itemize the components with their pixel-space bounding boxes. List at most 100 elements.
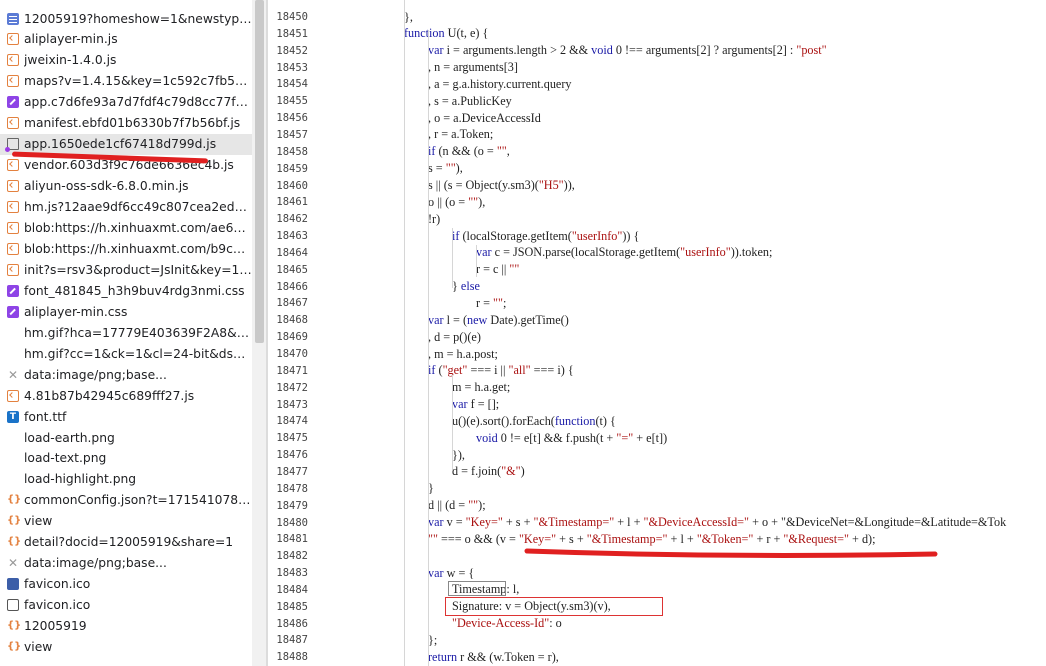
code-line: s || (s = Object(y.sm3)("H5")),	[428, 178, 575, 192]
resource-item[interactable]: ✕ data:image/png;base...	[0, 553, 252, 574]
code-line: return r && (w.Token = r),	[428, 649, 559, 664]
code-line: };	[428, 632, 438, 647]
indent-guide	[452, 375, 453, 470]
json-icon: {}	[7, 515, 22, 527]
resource-item[interactable]: favicon.ico	[0, 595, 252, 616]
resource-item[interactable]: hm.gif?cc=1&ck=1&cl=24-bit&ds=4...	[0, 343, 252, 364]
code-line: function U(t, e) {	[404, 26, 489, 41]
code-line: var f = [];	[452, 397, 500, 412]
resource-item-label: font.ttf	[24, 409, 67, 424]
resource-item[interactable]: {} 12005919	[0, 616, 252, 637]
line-number: 18459	[276, 162, 308, 175]
resource-item-label: maps?v=1.4.15&key=1c592c7fb53c8...	[24, 74, 252, 89]
code-line: , m = h.a.post;	[428, 346, 498, 361]
resource-item[interactable]: hm.gif?hca=17779E403639F2A8&cc=...	[0, 322, 252, 343]
resource-item-label: aliplayer-min.js	[24, 32, 118, 47]
code-line: var w = {	[428, 565, 475, 580]
line-number: 18475	[276, 432, 308, 445]
font-icon: T	[7, 410, 19, 423]
code-line: r = c || ""	[476, 262, 520, 277]
code-line: r = "";	[476, 295, 507, 310]
line-number: 18471	[276, 364, 308, 377]
favicon-icon	[7, 578, 19, 591]
resource-item[interactable]: ✕ data:image/png;base...	[0, 364, 252, 385]
code-line: var l = (new Date).getTime()	[428, 312, 569, 327]
code-line: , d = p()(e)	[428, 329, 481, 344]
line-number: 18470	[276, 348, 308, 360]
resource-item[interactable]: hm.js?12aae9df6cc49c807cea2ed5c9...	[0, 197, 252, 218]
code-line: , a = g.a.history.current.query	[428, 76, 572, 91]
resource-item[interactable]: maps?v=1.4.15&key=1c592c7fb53c8...	[0, 71, 252, 92]
resource-item[interactable]: favicon.ico	[0, 574, 252, 595]
css-icon	[7, 284, 19, 297]
line-number: 18467	[276, 297, 308, 310]
resource-item[interactable]: manifest.ebfd01b6330b7f7b56bf.js	[0, 113, 252, 134]
resource-item[interactable]: app.c7d6fe93a7d7fdf4c79d8cc77feab...	[0, 92, 252, 113]
resource-item[interactable]: 12005919?homeshow=1&newstype=1...	[0, 8, 252, 29]
code-line: var i = arguments.length > 2 && void 0 !…	[428, 43, 827, 58]
line-number: 18460	[276, 179, 308, 192]
line-number: 18477	[276, 465, 308, 478]
resource-item-label: aliplayer-min.css	[24, 304, 128, 319]
code-line: var v = "Key=" + s + "&Timestamp=" + l +…	[428, 515, 1007, 529]
resource-item[interactable]: {} view	[0, 511, 252, 532]
resource-item[interactable]: aliplayer-min.css	[0, 301, 252, 322]
resource-item-label: font_481845_h3h9buv4rdg3nmi.css	[24, 283, 245, 298]
resource-item[interactable]: jweixin-1.4.0.js	[0, 50, 252, 71]
script-icon	[7, 389, 19, 402]
script-icon	[7, 180, 19, 193]
resource-item[interactable]: {} view	[0, 637, 252, 658]
resource-item-label: hm.gif?hca=17779E403639F2A8&cc=...	[24, 325, 252, 340]
code-line: s = ""),	[428, 161, 463, 176]
css-icon	[7, 305, 19, 318]
resource-item-label: aliyun-oss-sdk-6.8.0.min.js	[24, 179, 189, 194]
image-icon	[7, 452, 19, 464]
code-line: if (localStorage.getItem("userInfo")) {	[452, 228, 640, 243]
code-line: , r = a.Token;	[428, 127, 494, 142]
image-icon	[7, 327, 19, 339]
resource-item-label: hm.gif?cc=1&ck=1&cl=24-bit&ds=4...	[24, 346, 252, 361]
resource-item-label: data:image/png;base...	[24, 367, 167, 382]
indent-guide	[476, 245, 477, 277]
line-number: 18458	[276, 145, 308, 158]
resource-item[interactable]: load-highlight.png	[0, 469, 252, 490]
line-number: 18451	[276, 27, 308, 40]
resource-item-label: favicon.ico	[24, 577, 91, 592]
resource-item[interactable]: blob:https://h.xinhuaxmt.com/b9c5ba...	[0, 238, 252, 259]
resource-item-label: app.c7d6fe93a7d7fdf4c79d8cc77feab...	[24, 95, 252, 110]
json-icon: {}	[7, 641, 22, 652]
line-number: 18485	[276, 600, 308, 613]
line-number: 18484	[276, 583, 308, 596]
code-line: },	[404, 9, 413, 24]
code-line: , n = arguments[3]	[428, 60, 518, 75]
resource-item[interactable]: Tfont.ttf	[0, 406, 252, 427]
resource-item-label: init?s=rsv3&product=JsInit&key=1c5...	[24, 262, 252, 277]
resource-item-label: load-highlight.png	[24, 472, 137, 487]
script-icon	[7, 222, 19, 234]
line-number: 18483	[276, 567, 308, 580]
resource-item[interactable]: font_481845_h3h9buv4rdg3nmi.css	[0, 280, 252, 301]
resource-item[interactable]: aliplayer-min.js	[0, 29, 252, 50]
resource-item[interactable]: blob:https://h.xinhuaxmt.com/ae6b21...	[0, 218, 252, 239]
line-number: 18478	[276, 482, 308, 495]
resource-item[interactable]: init?s=rsv3&product=JsInit&key=1c5...	[0, 259, 252, 280]
indent-guide	[428, 30, 429, 666]
red-underline-code-annotation	[524, 548, 938, 558]
resource-item[interactable]: {} detail?docid=12005919&share=1	[0, 532, 252, 553]
resource-item[interactable]: load-earth.png	[0, 427, 252, 448]
json-icon: {}	[7, 494, 22, 506]
favicon-outline-icon	[7, 599, 19, 612]
line-number: 18486	[276, 617, 308, 630]
doc-icon	[7, 12, 19, 25]
scrollbar-thumb[interactable]	[255, 0, 264, 343]
resource-item-label: favicon.ico	[24, 598, 91, 613]
resource-item[interactable]: load-text.png	[0, 448, 252, 469]
resource-item[interactable]: 4.81b87b42945c689fff27.js	[0, 385, 252, 406]
js-file-icon	[5, 138, 19, 153]
code-line: if ("get" === i || "all" === i) {	[428, 363, 574, 378]
code-editor[interactable]: }, function U(t, e) { var i = arguments.le…	[316, 0, 1046, 666]
resource-item-label: manifest.ebfd01b6330b7f7b56bf.js	[24, 116, 241, 131]
resource-item[interactable]: aliyun-oss-sdk-6.8.0.min.js	[0, 176, 252, 197]
resource-item[interactable]: {} commonConfig.json?t=1715410780000	[0, 490, 252, 511]
line-number: 18487	[276, 634, 308, 647]
